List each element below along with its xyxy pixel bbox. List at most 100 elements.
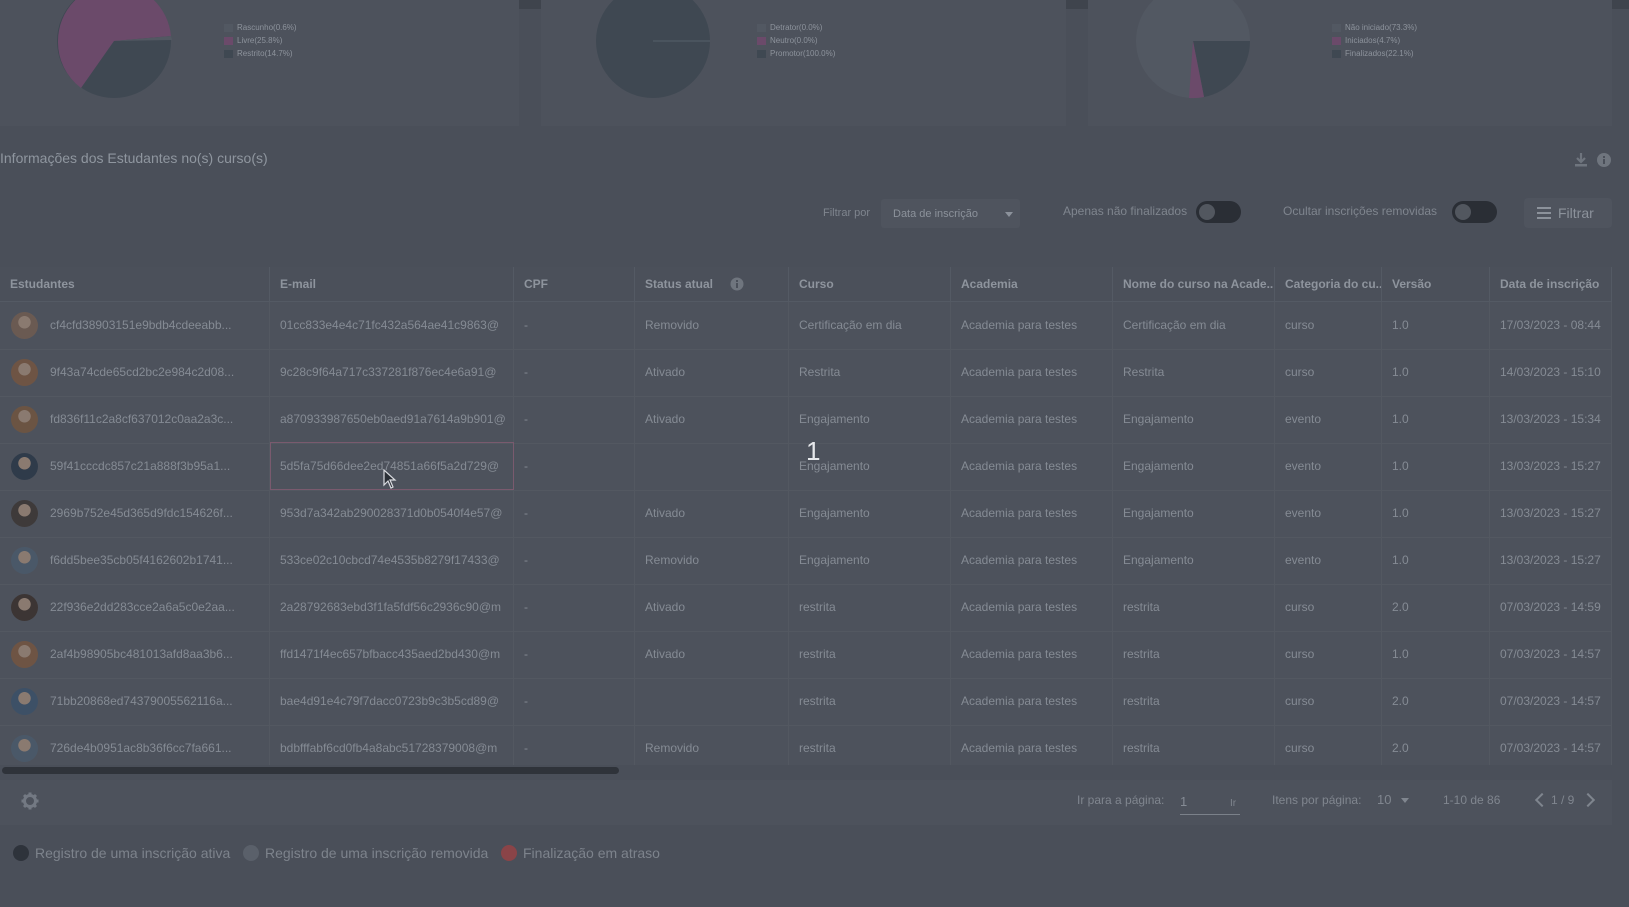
cell-academia[interactable]: Academia para testes — [951, 490, 1113, 537]
cell-academia[interactable]: Academia para testes — [951, 302, 1113, 349]
cell-academia[interactable]: Academia para testes — [951, 537, 1113, 584]
cell-nome-curso[interactable]: Engajamento — [1113, 443, 1275, 490]
cell-cpf[interactable]: - — [514, 537, 635, 584]
cell-nome-curso[interactable]: restrita — [1113, 631, 1275, 678]
cell-versao[interactable]: 1.0 — [1382, 302, 1490, 349]
cell-academia[interactable]: Academia para testes — [951, 349, 1113, 396]
cell-status[interactable]: Removido — [635, 725, 789, 765]
cell-categoria[interactable]: evento — [1275, 537, 1382, 584]
cell-estudantes[interactable]: cf4cfd38903151e9bdb4cdeeabb... — [0, 302, 270, 349]
cell-cpf[interactable]: - — [514, 302, 635, 349]
cell-data[interactable]: 07/03/2023 - 14:57 — [1490, 678, 1612, 725]
cell-versao[interactable]: 1.0 — [1382, 443, 1490, 490]
cell-data[interactable]: 13/03/2023 - 15:27 — [1490, 490, 1612, 537]
table-row[interactable]: 726de4b0951ac8b36f6cc7fa661... bdbfffabf6… — [0, 725, 1612, 765]
cell-estudantes[interactable]: 2af4b98905bc481013afd8aa3b6... — [0, 631, 270, 678]
cell-versao[interactable]: 2.0 — [1382, 725, 1490, 765]
only-unfinished-toggle[interactable] — [1196, 201, 1241, 223]
info-icon[interactable] — [730, 277, 744, 291]
header-col-versao[interactable]: Versão — [1382, 267, 1490, 301]
cell-categoria[interactable]: curso — [1275, 631, 1382, 678]
cell-versao[interactable]: 1.0 — [1382, 349, 1490, 396]
header-col-academia[interactable]: Academia — [951, 267, 1113, 301]
cell-versao[interactable]: 1.0 — [1382, 396, 1490, 443]
cell-status[interactable]: Removido — [635, 537, 789, 584]
table-row[interactable]: 2af4b98905bc481013afd8aa3b6... ffd1471f4e… — [0, 631, 1612, 679]
table-row[interactable]: cf4cfd38903151e9bdb4cdeeabb... 01cc833e4e… — [0, 302, 1612, 350]
cell-email[interactable]: bae4d91e4c79f7dacc0723b9c3b5cd89@ — [270, 678, 514, 725]
cell-cpf[interactable]: - — [514, 725, 635, 765]
cell-curso[interactable]: Engajamento — [789, 490, 951, 537]
cell-status[interactable]: Ativado — [635, 349, 789, 396]
download-icon[interactable] — [1573, 152, 1589, 168]
cell-curso[interactable]: Certificação em dia — [789, 302, 951, 349]
cell-academia[interactable]: Academia para testes — [951, 396, 1113, 443]
cell-categoria[interactable]: evento — [1275, 396, 1382, 443]
cell-status[interactable]: Ativado — [635, 396, 789, 443]
cell-data[interactable]: 13/03/2023 - 15:27 — [1490, 537, 1612, 584]
cell-data[interactable]: 13/03/2023 - 15:34 — [1490, 396, 1612, 443]
cell-academia[interactable]: Academia para testes — [951, 443, 1113, 490]
cell-cpf[interactable]: - — [514, 678, 635, 725]
filter-by-select[interactable]: Data de inscrição — [881, 199, 1020, 228]
cell-email[interactable]: bdbfffabf6cd0fb4a8abc51728379008@m — [270, 725, 514, 765]
cell-academia[interactable]: Academia para testes — [951, 678, 1113, 725]
cell-curso[interactable]: Engajamento — [789, 537, 951, 584]
header-col-estudantes[interactable]: Estudantes — [0, 267, 270, 301]
cell-curso[interactable]: restrita — [789, 725, 951, 765]
cell-data[interactable]: 17/03/2023 - 08:44 — [1490, 302, 1612, 349]
items-per-page-select[interactable]: 10 — [1377, 792, 1410, 807]
cell-email[interactable]: 2a28792683ebd3f1fa5fdf56c2936c90@m — [270, 584, 514, 631]
cell-categoria[interactable]: curso — [1275, 725, 1382, 765]
go-to-page-input[interactable]: 1 Ir — [1180, 792, 1240, 815]
cell-estudantes[interactable]: f6dd5bee35cb05f4162602b1741... — [0, 537, 270, 584]
header-col-curso[interactable]: Curso — [789, 267, 951, 301]
cell-cpf[interactable]: - — [514, 490, 635, 537]
cell-email[interactable]: 01cc833e4e4c71fc432a564ae41c9863@ — [270, 302, 514, 349]
cell-status[interactable]: Ativado — [635, 490, 789, 537]
cell-curso[interactable]: restrita — [789, 678, 951, 725]
cell-estudantes[interactable]: 22f936e2dd283cce2a6a5c0e2aa... — [0, 584, 270, 631]
cell-categoria[interactable]: curso — [1275, 349, 1382, 396]
cell-academia[interactable]: Academia para testes — [951, 584, 1113, 631]
cell-curso[interactable]: Restrita — [789, 349, 951, 396]
cell-nome-curso[interactable]: restrita — [1113, 584, 1275, 631]
cell-estudantes[interactable]: 59f41cccdc857c21a888f3b95a1... — [0, 443, 270, 490]
cell-nome-curso[interactable]: Certificação em dia — [1113, 302, 1275, 349]
header-col-data[interactable]: Data de inscrição — [1490, 267, 1612, 301]
cell-estudantes[interactable]: 9f43a74cde65cd2bc2e984c2d08... — [0, 349, 270, 396]
cell-data[interactable]: 07/03/2023 - 14:57 — [1490, 725, 1612, 765]
header-col-email[interactable]: E-mail — [270, 267, 514, 301]
cell-email[interactable]: a870933987650eb0aed91a7614a9b901@ — [270, 396, 514, 443]
cell-estudantes[interactable]: 71bb20868ed74379005562116a... — [0, 678, 270, 725]
cell-estudantes[interactable]: 726de4b0951ac8b36f6cc7fa661... — [0, 725, 270, 765]
cell-email[interactable]: 533ce02c10cbcd74e4535b8279f17433@ — [270, 537, 514, 584]
cell-categoria[interactable]: curso — [1275, 678, 1382, 725]
header-col-status[interactable]: Status atual — [635, 267, 789, 301]
cell-versao[interactable]: 2.0 — [1382, 678, 1490, 725]
cell-email[interactable]: 9c28c9f64a717c337281f876ec4e6a91@ — [270, 349, 514, 396]
cell-nome-curso[interactable]: Restrita — [1113, 349, 1275, 396]
gear-icon[interactable] — [21, 792, 39, 810]
cell-categoria[interactable]: evento — [1275, 443, 1382, 490]
cell-cpf[interactable]: - — [514, 584, 635, 631]
hide-removed-toggle[interactable] — [1452, 201, 1497, 223]
cell-academia[interactable]: Academia para testes — [951, 631, 1113, 678]
cell-versao[interactable]: 1.0 — [1382, 537, 1490, 584]
table-row[interactable]: 2969b752e45d365d9fdc154626f... 953d7a342a… — [0, 490, 1612, 538]
header-col-nome-curso[interactable]: Nome do curso na Acade... — [1113, 267, 1275, 301]
cell-cpf[interactable]: - — [514, 443, 635, 490]
cell-data[interactable]: 07/03/2023 - 14:59 — [1490, 584, 1612, 631]
cell-cpf[interactable]: - — [514, 631, 635, 678]
cell-curso[interactable]: restrita — [789, 631, 951, 678]
cell-cpf[interactable]: - — [514, 396, 635, 443]
cell-nome-curso[interactable]: Engajamento — [1113, 490, 1275, 537]
cell-estudantes[interactable]: fd836f11c2a8cf637012c0aa2a3c... — [0, 396, 270, 443]
header-col-categoria[interactable]: Categoria do cu... — [1275, 267, 1382, 301]
cell-status[interactable]: Ativado — [635, 631, 789, 678]
table-row[interactable]: 9f43a74cde65cd2bc2e984c2d08... 9c28c9f64a… — [0, 349, 1612, 397]
info-icon[interactable] — [1596, 152, 1612, 168]
cell-categoria[interactable]: curso — [1275, 584, 1382, 631]
cell-nome-curso[interactable]: Engajamento — [1113, 537, 1275, 584]
cell-categoria[interactable]: evento — [1275, 490, 1382, 537]
